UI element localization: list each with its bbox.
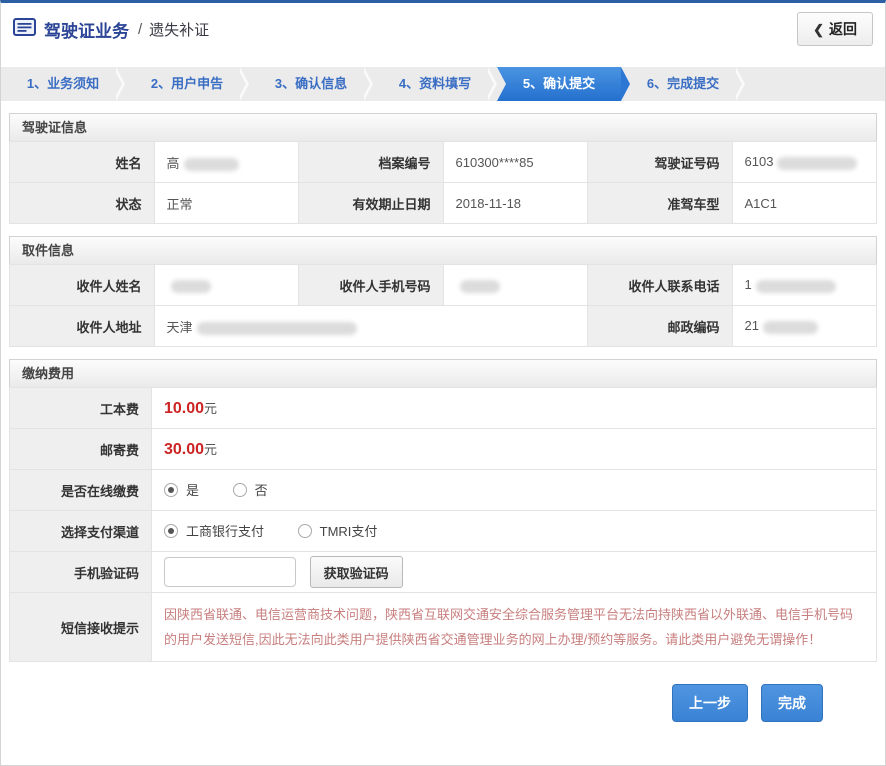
pay-online-label: 是否在线缴费 — [10, 470, 152, 511]
get-sms-code-button[interactable]: 获取验证码 — [310, 556, 403, 588]
redaction-blur — [197, 322, 357, 335]
step-5-confirm-submit-active: 5、确认提交 — [497, 67, 621, 101]
recipient-phone-label: 收件人联系电话 — [588, 265, 733, 306]
file-no-label: 档案编号 — [299, 142, 444, 183]
redaction-blur — [763, 321, 818, 334]
chevron-left-icon: ❮ — [813, 22, 824, 37]
radio-dot-icon — [298, 524, 312, 538]
breadcrumb-separator: / — [138, 21, 142, 38]
table-row: 收件人地址 天津 邮政编码 21 — [10, 306, 877, 347]
radio-label: 工商银行支付 — [186, 521, 264, 540]
step-1-business-notice: 1、业务须知 — [1, 67, 125, 101]
name-value: 高 — [154, 142, 299, 183]
pickup-info-table: 收件人姓名 收件人手机号码 收件人联系电话 1 收件人地址 天津 邮政编码 21 — [9, 264, 877, 347]
pay-channel-label: 选择支付渠道 — [10, 511, 152, 552]
radio-pay-online-yes[interactable]: 是 — [164, 480, 199, 499]
redaction-blur — [756, 280, 836, 293]
work-fee-amount: 10.00 — [164, 400, 204, 417]
radio-label: 是 — [186, 480, 199, 499]
fees-table: 工本费 10.00元 邮寄费 30.00元 是否在线缴费 是 否 选择支付渠道 … — [9, 387, 877, 662]
expiry-value: 2018-11-18 — [443, 183, 588, 224]
recipient-name-value — [154, 265, 299, 306]
pay-channel-options: 工商银行支付 TMRI支付 — [152, 511, 877, 552]
work-fee-unit: 元 — [204, 401, 217, 416]
finish-button[interactable]: 完成 — [761, 684, 823, 722]
radio-pay-online-no[interactable]: 否 — [233, 480, 268, 499]
radio-dot-icon — [233, 483, 247, 497]
radio-label: TMRI支付 — [320, 521, 378, 540]
post-fee-amount: 30.00 — [164, 441, 204, 458]
sms-code-input[interactable] — [164, 557, 296, 587]
form-list-icon — [13, 18, 36, 41]
recipient-name-label: 收件人姓名 — [10, 265, 155, 306]
recipient-address-label: 收件人地址 — [10, 306, 155, 347]
table-row: 短信接收提示 因陕西省联通、电信运营商技术问题，陕西省互联网交通安全综合服务管理… — [10, 593, 877, 662]
sms-notice-text: 因陕西省联通、电信运营商技术问题，陕西省互联网交通安全综合服务管理平台无法向持陕… — [164, 602, 864, 652]
pickup-section-title: 取件信息 — [9, 236, 877, 265]
license-no-label: 驾驶证号码 — [588, 142, 733, 183]
name-label: 姓名 — [10, 142, 155, 183]
table-row: 邮寄费 30.00元 — [10, 429, 877, 470]
radio-dot-icon — [164, 483, 178, 497]
step-4-fill-data: 4、资料填写 — [373, 67, 497, 101]
work-fee-value: 10.00元 — [152, 388, 877, 429]
step-2-user-declaration: 2、用户申告 — [125, 67, 249, 101]
license-no-value: 6103 — [732, 142, 877, 183]
radio-label: 否 — [255, 480, 268, 499]
license-info-section: 驾驶证信息 姓名 高 档案编号 610300****85 驾驶证号码 6103 … — [9, 113, 877, 224]
postcode-label: 邮政编码 — [588, 306, 733, 347]
license-section-title: 驾驶证信息 — [9, 113, 877, 142]
fees-section-title: 缴纳费用 — [9, 359, 877, 388]
fees-section: 缴纳费用 工本费 10.00元 邮寄费 30.00元 是否在线缴费 是 否 选择… — [9, 359, 877, 662]
table-row: 工本费 10.00元 — [10, 388, 877, 429]
redaction-blur — [184, 158, 239, 171]
radio-dot-icon — [164, 524, 178, 538]
post-fee-value: 30.00元 — [152, 429, 877, 470]
recipient-phone-value: 1 — [732, 265, 877, 306]
redaction-blur — [460, 280, 500, 293]
status-value: 正常 — [154, 183, 299, 224]
vehicle-class-label: 准驾车型 — [588, 183, 733, 224]
redaction-blur — [171, 280, 211, 293]
back-button[interactable]: ❮ 返回 — [797, 12, 873, 46]
table-row: 姓名 高 档案编号 610300****85 驾驶证号码 6103 — [10, 142, 877, 183]
page-header: 驾驶证业务 / 遗失补证 ❮ 返回 — [1, 3, 885, 55]
table-row: 选择支付渠道 工商银行支付 TMRI支付 — [10, 511, 877, 552]
file-no-value: 610300****85 — [443, 142, 588, 183]
table-row: 是否在线缴费 是 否 — [10, 470, 877, 511]
sms-code-cell: 获取验证码 — [152, 552, 877, 593]
page-container: 驾驶证业务 / 遗失补证 ❮ 返回 1、业务须知 2、用户申告 3、确认信息 4、… — [0, 0, 886, 766]
back-button-label: 返回 — [829, 21, 857, 37]
postcode-value: 21 — [732, 306, 877, 347]
redaction-blur — [777, 157, 857, 170]
breadcrumb-current: 遗失补证 — [149, 19, 209, 40]
recipient-mobile-value — [443, 265, 588, 306]
radio-channel-icbc[interactable]: 工商银行支付 — [164, 521, 264, 540]
steps-filler — [745, 67, 885, 101]
sms-code-label: 手机验证码 — [10, 552, 152, 593]
wizard-steps: 1、业务须知 2、用户申告 3、确认信息 4、资料填写 5、确认提交 6、完成提… — [1, 67, 885, 101]
license-info-table: 姓名 高 档案编号 610300****85 驾驶证号码 6103 状态 正常 … — [9, 141, 877, 224]
work-fee-label: 工本费 — [10, 388, 152, 429]
step-3-confirm-info: 3、确认信息 — [249, 67, 373, 101]
status-label: 状态 — [10, 183, 155, 224]
pickup-info-section: 取件信息 收件人姓名 收件人手机号码 收件人联系电话 1 收件人地址 天津 邮政… — [9, 236, 877, 347]
post-fee-label: 邮寄费 — [10, 429, 152, 470]
recipient-address-value: 天津 — [154, 306, 588, 347]
page-title: 驾驶证业务 — [44, 17, 129, 42]
sms-notice-cell: 因陕西省联通、电信运营商技术问题，陕西省互联网交通安全综合服务管理平台无法向持陕… — [152, 593, 877, 662]
table-row: 收件人姓名 收件人手机号码 收件人联系电话 1 — [10, 265, 877, 306]
table-row: 状态 正常 有效期止日期 2018-11-18 准驾车型 A1C1 — [10, 183, 877, 224]
vehicle-class-value: A1C1 — [732, 183, 877, 224]
previous-step-button[interactable]: 上一步 — [672, 684, 748, 722]
expiry-label: 有效期止日期 — [299, 183, 444, 224]
pay-online-options: 是 否 — [152, 470, 877, 511]
sms-notice-label: 短信接收提示 — [10, 593, 152, 662]
radio-channel-tmri[interactable]: TMRI支付 — [298, 521, 378, 540]
table-row: 手机验证码 获取验证码 — [10, 552, 877, 593]
post-fee-unit: 元 — [204, 442, 217, 457]
recipient-mobile-label: 收件人手机号码 — [299, 265, 444, 306]
footer-actions: 上一步 完成 — [1, 662, 885, 722]
step-6-complete-submit: 6、完成提交 — [621, 67, 745, 101]
